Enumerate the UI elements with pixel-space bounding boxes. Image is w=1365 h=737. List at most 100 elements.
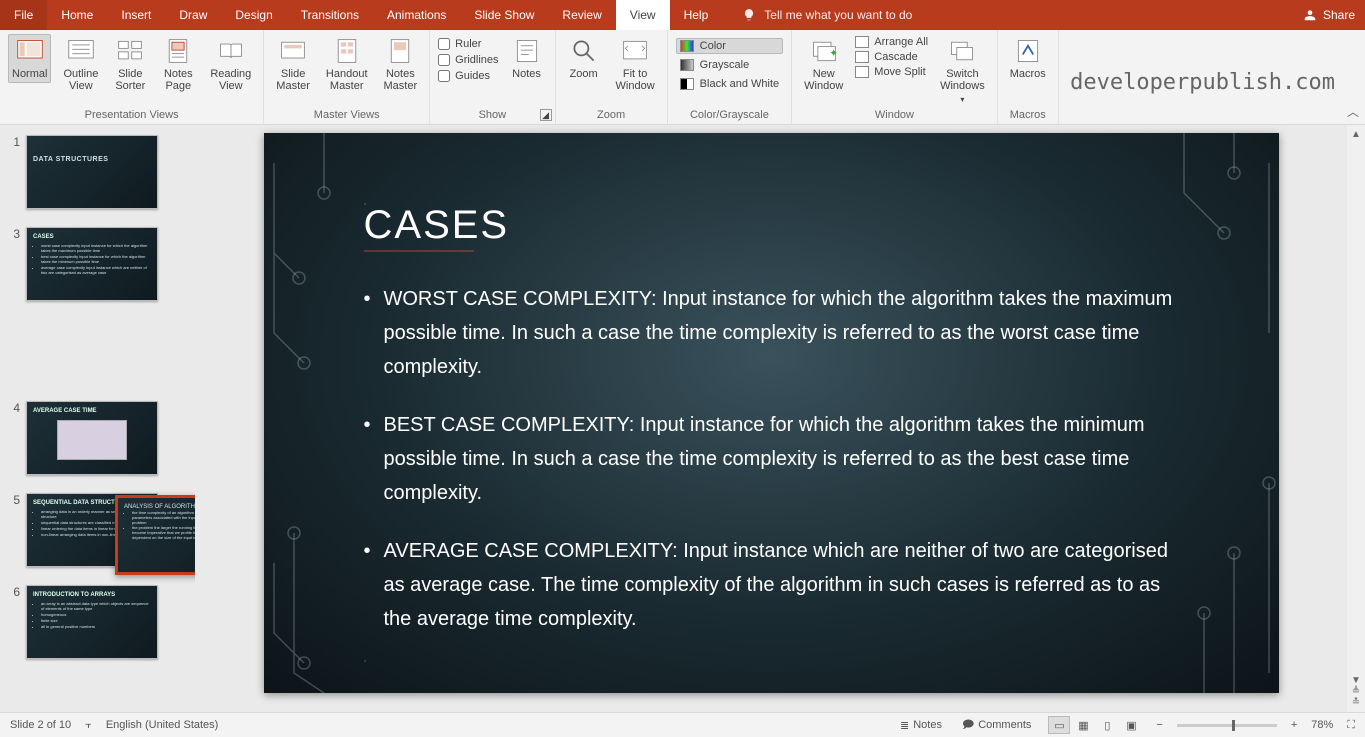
cascade-button[interactable]: Cascade [855, 51, 928, 63]
group-master-views: Slide Master Handout Master Notes Master… [264, 30, 430, 124]
share-button[interactable]: Share [1303, 0, 1355, 30]
fit-slide-button[interactable]: ⛶ [1347, 719, 1355, 732]
slide-thumb-6[interactable]: INTRODUCTION TO ARRAYS an array is an ab… [26, 585, 158, 659]
tab-draw[interactable]: Draw [165, 0, 221, 30]
status-comments-button[interactable]: 🗩Comments [959, 716, 1034, 735]
arrange-all-button[interactable]: Arrange All [855, 36, 928, 48]
tab-slideshow[interactable]: Slide Show [460, 0, 548, 30]
switch-windows-button[interactable]: Switch Windows ▾ [936, 34, 989, 107]
notes-master-label: Notes Master [384, 68, 418, 92]
scroll-down-icon[interactable]: ▼ [1351, 675, 1361, 686]
prev-slide-icon[interactable]: ≜ [1352, 686, 1360, 697]
status-notes-button[interactable]: ≣Notes [897, 719, 945, 732]
guides-checkbox[interactable]: Guides [438, 70, 498, 82]
handout-master-label: Handout Master [326, 68, 368, 92]
gridlines-checkbox[interactable]: Gridlines [438, 54, 498, 66]
outline-view-icon [67, 37, 95, 65]
group-window: ✦ New Window Arrange All Cascade Move Sp… [792, 30, 998, 124]
switch-windows-icon [948, 37, 976, 65]
tab-view[interactable]: View [616, 0, 670, 30]
group-label-color: Color/Grayscale [676, 107, 783, 124]
watermark-text: developerpublish.com [1070, 70, 1335, 95]
group-label-window: Window [800, 107, 989, 124]
zoom-percent[interactable]: 78% [1311, 719, 1333, 731]
show-dialog-launcher[interactable]: ◢ [540, 109, 552, 121]
group-label-presentation-views: Presentation Views [8, 107, 255, 124]
slide-thumb-1[interactable]: DATA STRUCTURES [26, 135, 158, 209]
ruler-label: Ruler [455, 38, 481, 50]
move-split-button[interactable]: Move Split [855, 66, 928, 78]
scroll-up-icon[interactable]: ▲ [1351, 129, 1361, 140]
slide-thumb-3[interactable]: CASES worst case complexity input instan… [26, 227, 158, 301]
next-slide-icon[interactable]: ≛ [1352, 697, 1360, 708]
slide-sorter-button[interactable]: Slide Sorter [110, 34, 150, 95]
slide-current[interactable]: CASES WORST CASE COMPLEXITY: Input insta… [264, 133, 1279, 693]
outline-view-button[interactable]: Outline View [59, 34, 102, 95]
tab-insert[interactable]: Insert [107, 0, 165, 30]
view-slideshow-icon[interactable]: ▣ [1120, 716, 1142, 734]
vertical-scrollbar[interactable]: ▲ ▼ ≜ ≛ [1347, 125, 1365, 712]
thumb-number: 3 [6, 227, 20, 241]
thumb-3-title: CASES [33, 234, 151, 240]
zoom-button[interactable]: Zoom [564, 34, 604, 83]
switch-windows-label: Switch Windows [940, 68, 985, 92]
slide-bullet-1: WORST CASE COMPLEXITY: Input instance fo… [364, 282, 1179, 384]
macros-button[interactable]: Macros [1006, 34, 1050, 83]
bw-swatch-icon [680, 78, 694, 90]
zoom-label: Zoom [569, 68, 597, 80]
zoom-out-button[interactable]: − [1156, 719, 1162, 731]
guides-label: Guides [455, 70, 490, 82]
notes-master-button[interactable]: Notes Master [380, 34, 422, 95]
status-bar: Slide 2 of 10 ⫟ English (United States) … [0, 712, 1365, 737]
slide-sorter-label: Slide Sorter [115, 68, 145, 92]
ribbon-view: Normal Outline View Slide Sorter Notes P… [0, 30, 1365, 125]
tab-help[interactable]: Help [670, 0, 723, 30]
slide-thumb-4[interactable]: AVERAGE CASE TIME [26, 401, 158, 475]
tab-design[interactable]: Design [221, 0, 286, 30]
color-button[interactable]: Color [676, 38, 783, 54]
status-slide-number[interactable]: Slide 2 of 10 [10, 719, 71, 731]
tab-home[interactable]: Home [47, 0, 107, 30]
macros-icon [1014, 37, 1042, 65]
ruler-checkbox[interactable]: Ruler [438, 38, 498, 50]
slide-canvas-area[interactable]: CASES WORST CASE COMPLEXITY: Input insta… [195, 125, 1347, 712]
normal-view-button[interactable]: Normal [8, 34, 51, 83]
view-sorter-icon[interactable]: ▦ [1072, 716, 1094, 734]
slide-master-button[interactable]: Slide Master [272, 34, 314, 95]
grayscale-button[interactable]: Grayscale [676, 57, 783, 73]
status-comments-label: Comments [978, 719, 1031, 731]
cascade-label: Cascade [874, 51, 917, 63]
zoom-in-button[interactable]: + [1291, 719, 1297, 731]
normal-view-label: Normal [12, 68, 47, 80]
new-window-button[interactable]: ✦ New Window [800, 34, 847, 95]
tab-animations[interactable]: Animations [373, 0, 460, 30]
fit-to-window-button[interactable]: Fit to Window [612, 34, 659, 95]
collapse-ribbon-button[interactable]: ︿ [1347, 103, 1359, 120]
slide-bullet-3: AVERAGE CASE COMPLEXITY: Input instance … [364, 534, 1179, 636]
slide-thumb-dragging[interactable]: ANALYSIS OF ALGORITHM the time complexit… [115, 495, 195, 575]
zoom-slider[interactable] [1177, 724, 1277, 727]
notes-master-icon [386, 37, 414, 65]
handout-master-button[interactable]: Handout Master [322, 34, 372, 95]
cascade-icon [855, 51, 869, 63]
notes-status-icon: ≣ [900, 719, 909, 732]
handout-master-icon [333, 37, 361, 65]
tab-transitions[interactable]: Transitions [287, 0, 373, 30]
tab-review[interactable]: Review [548, 0, 615, 30]
tab-file[interactable]: File [0, 0, 47, 30]
thumb-number: 5 [6, 493, 20, 507]
arrange-all-label: Arrange All [874, 36, 928, 48]
thumb-1-title: DATA STRUCTURES [33, 156, 151, 163]
status-language[interactable]: English (United States) [106, 719, 219, 731]
notes-button[interactable]: Notes [507, 34, 547, 83]
group-label-show: Show [438, 107, 546, 124]
accessibility-icon[interactable]: ⫟ [85, 719, 92, 732]
view-reading-icon[interactable]: ▯ [1096, 716, 1118, 734]
black-white-button[interactable]: Black and White [676, 76, 783, 92]
slide-thumbnail-panel[interactable]: 1 DATA STRUCTURES 3 CASES worst case com… [0, 125, 195, 712]
tell-me-search[interactable]: Tell me what you want to do [722, 0, 912, 30]
slide-master-icon [279, 37, 307, 65]
notes-page-button[interactable]: Notes Page [158, 34, 198, 95]
reading-view-button[interactable]: Reading View [206, 34, 255, 95]
view-normal-icon[interactable]: ▭ [1048, 716, 1070, 734]
